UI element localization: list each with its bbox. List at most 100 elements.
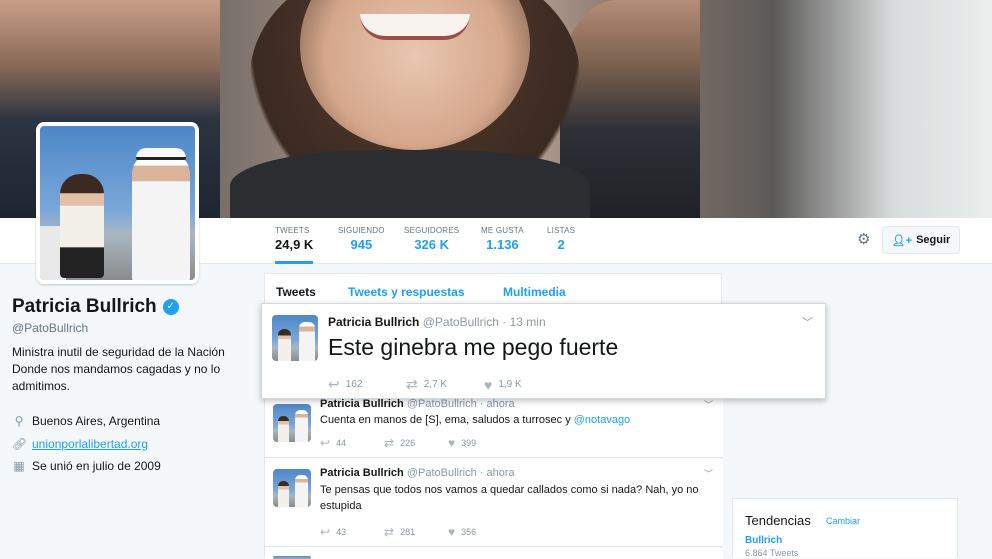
tweet-text: Cuenta en manos de [S], ema, saludos a t… bbox=[320, 412, 710, 428]
retweet-icon: ⇄ bbox=[384, 436, 395, 450]
tab-media[interactable]: Multimedia bbox=[503, 285, 566, 299]
reply-icon: ↩ bbox=[320, 525, 331, 539]
timeline-tabs: Tweets Tweets y respuestas Multimedia bbox=[265, 274, 721, 304]
stat-value: 24,9 K bbox=[275, 237, 314, 252]
trends-title: Tendencias bbox=[745, 513, 811, 528]
reply-count: 162 bbox=[345, 379, 363, 390]
stat-value: 326 K bbox=[414, 237, 450, 252]
chevron-down-icon[interactable]: ﹀ bbox=[802, 314, 813, 330]
location-pin-icon: ⚲ bbox=[14, 414, 24, 428]
profile-joined: ▦ Se unió en julio de 2009 bbox=[12, 459, 161, 473]
reply-icon: ↩ bbox=[320, 436, 331, 450]
profile-website[interactable]: 🔗︎ unionporlalibertad.org bbox=[12, 437, 148, 451]
tweet-header: Patricia Bullrich @PatoBullrich · ahora bbox=[320, 398, 515, 410]
trends-change-link[interactable]: Cambiar bbox=[826, 516, 860, 526]
reply-button[interactable]: ↩ 43 bbox=[320, 525, 384, 539]
chevron-down-icon[interactable]: ﹀ bbox=[704, 467, 713, 480]
heart-icon: ♥ bbox=[448, 525, 456, 539]
tweet-time[interactable]: ahora bbox=[486, 467, 514, 479]
stat-following[interactable]: SIGUIENDO 945 bbox=[338, 226, 385, 252]
tweet-actions: ↩ 162 ⇄ 2,7 K ♥ 1,9 K bbox=[328, 376, 562, 393]
website-link[interactable]: unionporlalibertad.org bbox=[32, 437, 148, 451]
tweet-time[interactable]: 13 min bbox=[510, 315, 546, 329]
tweet-author-handle[interactable]: @PatoBullrich bbox=[407, 398, 477, 410]
reply-count: 43 bbox=[336, 527, 347, 537]
retweet-icon: ⇄ bbox=[406, 376, 418, 392]
profile-name-text: Patricia Bullrich bbox=[12, 296, 157, 317]
like-count: 399 bbox=[461, 438, 477, 448]
tweet-text-body: Cuenta en manos de [S], ema, saludos a t… bbox=[320, 414, 574, 426]
stat-label: ME GUSTA bbox=[481, 226, 524, 235]
retweet-button[interactable]: ⇄ 281 bbox=[384, 525, 448, 539]
tab-tweets[interactable]: Tweets bbox=[276, 285, 316, 299]
like-count: 1,9 K bbox=[498, 379, 522, 390]
profile-location: ⚲ Buenos Aires, Argentina bbox=[12, 414, 161, 428]
heart-icon: ♥ bbox=[448, 436, 456, 450]
tweet-header: Patricia Bullrich @PatoBullrich · 13 min bbox=[328, 315, 546, 329]
retweet-count: 281 bbox=[400, 527, 416, 537]
tweet-text: Te pensas que todos nos vamos a quedar c… bbox=[320, 484, 699, 512]
like-count: 356 bbox=[461, 527, 477, 537]
stat-label: SEGUIDORES bbox=[404, 226, 460, 235]
heart-icon: ♥ bbox=[484, 376, 493, 393]
tweet-text: Este ginebra me pego fuerte bbox=[328, 334, 619, 360]
calendar-icon: ▦ bbox=[13, 459, 25, 473]
gear-icon[interactable]: ⚙ bbox=[857, 232, 873, 248]
tweet-actions: ↩ 44 ⇄ 226 ♥ 399 bbox=[320, 436, 512, 450]
profile-avatar[interactable] bbox=[36, 122, 199, 284]
tweet-mention-link[interactable]: @notavago bbox=[574, 414, 630, 426]
reply-count: 44 bbox=[336, 438, 347, 448]
tweet-author-name[interactable]: Patricia Bullrich bbox=[320, 467, 404, 479]
joined-text: Se unió en julio de 2009 bbox=[32, 459, 161, 473]
stat-lists[interactable]: LISTAS 2 bbox=[547, 226, 575, 252]
tweet[interactable]: Patricia Bullrich @PatoBullrich · ahora … bbox=[265, 392, 723, 458]
like-button[interactable]: ♥ 356 bbox=[448, 525, 512, 539]
retweet-button[interactable]: ⇄ 226 bbox=[384, 436, 448, 450]
retweet-count: 2,7 K bbox=[423, 379, 448, 390]
trend-count: 6.864 Tweets bbox=[745, 548, 799, 558]
stat-label: LISTAS bbox=[547, 226, 576, 235]
stat-followers[interactable]: SEGUIDORES 326 K bbox=[404, 226, 459, 252]
tweet-actions: ↩ 43 ⇄ 281 ♥ 356 bbox=[320, 525, 512, 539]
tweet[interactable]: Patricia Bullrich @PatoBullrich · ahora … bbox=[265, 459, 723, 547]
stat-tweets[interactable]: TWEETS 24,9 K bbox=[275, 226, 314, 264]
stat-likes[interactable]: ME GUSTA 1.136 bbox=[481, 226, 524, 252]
tweet[interactable] bbox=[265, 548, 723, 559]
profile-bio: Ministra inutil de seguridad de la Nació… bbox=[12, 345, 225, 393]
tweet-avatar[interactable] bbox=[273, 404, 311, 442]
follow-button[interactable]: 👤︎+ Seguir bbox=[882, 226, 960, 254]
profile-name[interactable]: Patricia Bullrich ✓ bbox=[12, 296, 179, 318]
stat-label: TWEETS bbox=[275, 226, 310, 235]
retweet-icon: ⇄ bbox=[384, 525, 395, 539]
retweet-count: 226 bbox=[400, 438, 416, 448]
stat-value: 2 bbox=[557, 237, 565, 252]
location-text: Buenos Aires, Argentina bbox=[32, 414, 161, 428]
like-button[interactable]: ♥ 399 bbox=[448, 436, 512, 450]
tweet-avatar[interactable] bbox=[272, 315, 318, 361]
tweet-author-name[interactable]: Patricia Bullrich bbox=[328, 315, 419, 329]
stat-value: 1.136 bbox=[486, 237, 519, 252]
tweet-avatar[interactable] bbox=[273, 469, 311, 507]
reply-icon: ↩ bbox=[328, 376, 340, 392]
profile-handle[interactable]: @PatoBullrich bbox=[12, 321, 88, 335]
link-icon: 🔗︎ bbox=[12, 437, 28, 451]
verified-badge-icon: ✓ bbox=[162, 299, 179, 315]
tweet-header: Patricia Bullrich @PatoBullrich · ahora bbox=[320, 467, 515, 479]
tweet-author-name[interactable]: Patricia Bullrich bbox=[320, 398, 404, 410]
tweet-author-handle[interactable]: @PatoBullrich bbox=[423, 315, 499, 329]
tweet-author-handle[interactable]: @PatoBullrich bbox=[407, 467, 477, 479]
follow-button-label: Seguir bbox=[916, 234, 951, 246]
reply-button[interactable]: ↩ 162 bbox=[328, 376, 406, 393]
stat-value: 945 bbox=[350, 237, 373, 252]
trends-panel: Tendencias Cambiar Bullrich 6.864 Tweets bbox=[732, 498, 958, 558]
reply-button[interactable]: ↩ 44 bbox=[320, 436, 384, 450]
tab-tweets-replies[interactable]: Tweets y respuestas bbox=[348, 285, 465, 299]
tweet-time[interactable]: ahora bbox=[486, 398, 514, 410]
like-button[interactable]: ♥ 1,9 K bbox=[484, 376, 562, 393]
add-user-icon: 👤︎+ bbox=[891, 234, 913, 247]
highlighted-tweet-popup[interactable]: Patricia Bullrich @PatoBullrich · 13 min… bbox=[261, 303, 826, 399]
retweet-button[interactable]: ⇄ 2,7 K bbox=[406, 376, 484, 393]
trend-item[interactable]: Bullrich bbox=[745, 535, 782, 546]
stat-label: SIGUIENDO bbox=[338, 226, 385, 235]
chevron-down-icon[interactable]: ﹀ bbox=[704, 398, 713, 411]
